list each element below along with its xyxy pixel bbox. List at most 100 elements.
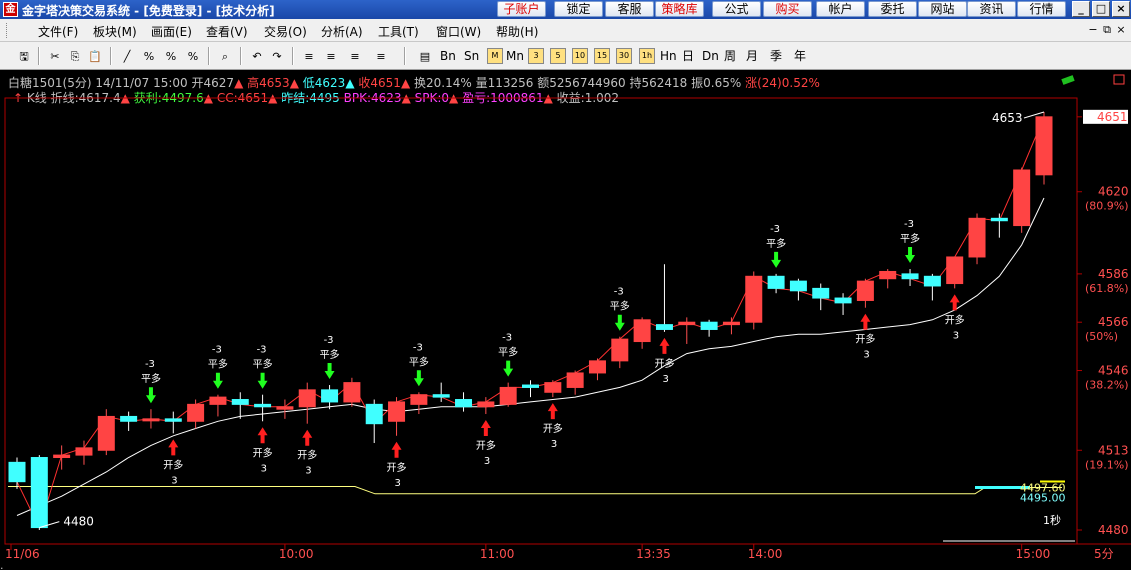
- buy-arrow-icon: [860, 313, 871, 330]
- save-icon[interactable]: 🖫: [15, 47, 33, 65]
- period-button-8[interactable]: 30: [616, 48, 632, 64]
- title-button-7[interactable]: 委托: [868, 1, 917, 17]
- yesterday-value: 4495.00: [1020, 491, 1066, 504]
- close-long-label: 平多: [320, 348, 340, 361]
- sell-arrow-icon: [145, 387, 156, 404]
- candle-body: [700, 321, 718, 330]
- period-label: 5分: [1094, 547, 1114, 561]
- close-long-qty: -3: [212, 345, 222, 356]
- redo-icon[interactable]: ↷: [268, 47, 286, 65]
- menu-item-6[interactable]: 工具(T): [378, 23, 419, 40]
- align-left-icon[interactable]: ≡: [300, 47, 318, 65]
- price-pct-3: (50%): [1085, 330, 1118, 343]
- candle-body: [97, 415, 115, 451]
- period-button-9[interactable]: 1h: [639, 48, 655, 64]
- align-center-icon[interactable]: ≡: [322, 47, 340, 65]
- period-button-7[interactable]: 15: [594, 48, 610, 64]
- open-long-qty: 3: [305, 466, 311, 477]
- candle-body: [633, 319, 651, 343]
- close-long-label: 平多: [766, 237, 786, 250]
- candle-body: [53, 454, 71, 459]
- title-button-9[interactable]: 资讯: [967, 1, 1016, 17]
- title-button-5[interactable]: 购买: [763, 1, 812, 17]
- title-button-3[interactable]: 策略库: [655, 1, 704, 17]
- candle-body: [30, 457, 48, 529]
- find-icon[interactable]: ⌕: [216, 47, 234, 65]
- title-button-6[interactable]: 帐户: [816, 1, 865, 17]
- menu-item-7[interactable]: 窗口(W): [436, 23, 481, 40]
- percent-tool-icon[interactable]: %: [140, 47, 158, 65]
- toolbar-separator: [110, 47, 112, 65]
- percent-tool-3-icon[interactable]: %: [184, 47, 202, 65]
- period-button-14[interactable]: 月: [746, 47, 758, 65]
- paste-icon[interactable]: 📋: [86, 47, 104, 65]
- price-label-2: 4586: [1098, 267, 1129, 281]
- period-button-10[interactable]: Hn: [660, 47, 677, 65]
- title-button-8[interactable]: 网站: [918, 1, 967, 17]
- minimize-icon[interactable]: _: [1072, 1, 1090, 17]
- chart-area[interactable]: 白糖1501(5分) 14/11/07 15:00 开4627▲ 高4653▲ …: [0, 70, 1131, 570]
- open-long-qty: 3: [863, 350, 869, 361]
- title-button-1[interactable]: 锁定: [554, 1, 603, 17]
- menu-item-4[interactable]: 交易(O): [264, 23, 307, 40]
- close-long-qty: -3: [145, 359, 155, 370]
- period-button-11[interactable]: 日: [682, 47, 694, 65]
- timer-label: 1秒: [1043, 513, 1061, 527]
- sell-arrow-icon: [324, 363, 335, 380]
- buy-arrow-icon: [480, 420, 491, 437]
- period-button-13[interactable]: 周: [724, 47, 736, 65]
- candle-body: [611, 338, 629, 362]
- cut-icon[interactable]: ✂: [46, 47, 64, 65]
- candle-body: [142, 418, 160, 422]
- candle-body: [522, 384, 539, 388]
- menu-item-5[interactable]: 分析(A): [321, 23, 363, 40]
- mdi-minimize-icon[interactable]: −: [1086, 24, 1100, 37]
- menu-item-2[interactable]: 画面(E): [151, 23, 192, 40]
- kline-chart[interactable]: 46514620(80.9%)4586(61.8%)4566(50%)4546(…: [0, 70, 1131, 570]
- undo-icon[interactable]: ↶: [248, 47, 266, 65]
- open-long-qty: 3: [395, 478, 401, 489]
- period-button-2[interactable]: M: [487, 48, 503, 64]
- mdi-close-icon[interactable]: ×: [1114, 24, 1128, 37]
- period-button-1[interactable]: Sn: [464, 47, 479, 65]
- menu-grip: [6, 23, 9, 38]
- candle-body: [856, 280, 874, 301]
- period-button-0[interactable]: Bn: [440, 47, 456, 65]
- align-tool-icon[interactable]: ≡: [372, 47, 390, 65]
- close-long-qty: -3: [770, 224, 780, 235]
- title-button-0[interactable]: 子账户: [497, 1, 546, 17]
- time-label-1: 10:00: [279, 547, 314, 561]
- menu-item-8[interactable]: 帮助(H): [496, 23, 538, 40]
- maximize-icon[interactable]: □: [1092, 1, 1110, 17]
- price-pct-4: (38.2%): [1085, 379, 1129, 392]
- title-button-2[interactable]: 客服: [605, 1, 654, 17]
- open-long-label: 开多: [855, 333, 875, 346]
- mdi-restore-icon[interactable]: ⧉: [1100, 24, 1114, 37]
- menu-item-1[interactable]: 板块(M): [93, 23, 137, 40]
- close-long-qty: -3: [257, 345, 267, 356]
- chart-type-icon[interactable]: ▤: [416, 47, 434, 65]
- align-right-icon[interactable]: ≡: [346, 47, 364, 65]
- period-button-5[interactable]: 5: [550, 48, 566, 64]
- candle-body: [187, 403, 205, 422]
- candle-body: [566, 372, 584, 388]
- close-icon[interactable]: ×: [1112, 1, 1130, 17]
- title-button-10[interactable]: 行情: [1017, 1, 1066, 17]
- period-button-4[interactable]: 3: [528, 48, 544, 64]
- toolbar: 🖫 ✂ ⎘ 📋 ╱ % % % ⌕ ↶ ↷ ≡ ≡ ≡ ≡ ▤ Bn Sn M Mn 3…: [0, 42, 1131, 70]
- layout-icon: [1061, 75, 1075, 85]
- period-button-6[interactable]: 10: [572, 48, 588, 64]
- sell-arrow-icon: [614, 314, 625, 331]
- menu-item-0[interactable]: 文件(F): [38, 23, 78, 40]
- period-button-16[interactable]: 年: [794, 47, 806, 65]
- copy-icon[interactable]: ⎘: [66, 47, 84, 65]
- open-long-qty: 3: [953, 330, 959, 341]
- percent-tool-2-icon[interactable]: %: [162, 47, 180, 65]
- title-button-4[interactable]: 公式: [712, 1, 761, 17]
- draw-line-icon[interactable]: ╱: [118, 47, 136, 65]
- period-button-3[interactable]: Mn: [506, 47, 524, 65]
- menu-item-3[interactable]: 查看(V): [206, 23, 248, 40]
- period-button-12[interactable]: Dn: [702, 47, 719, 65]
- period-button-15[interactable]: 季: [770, 47, 782, 65]
- close-long-label: 平多: [498, 346, 518, 359]
